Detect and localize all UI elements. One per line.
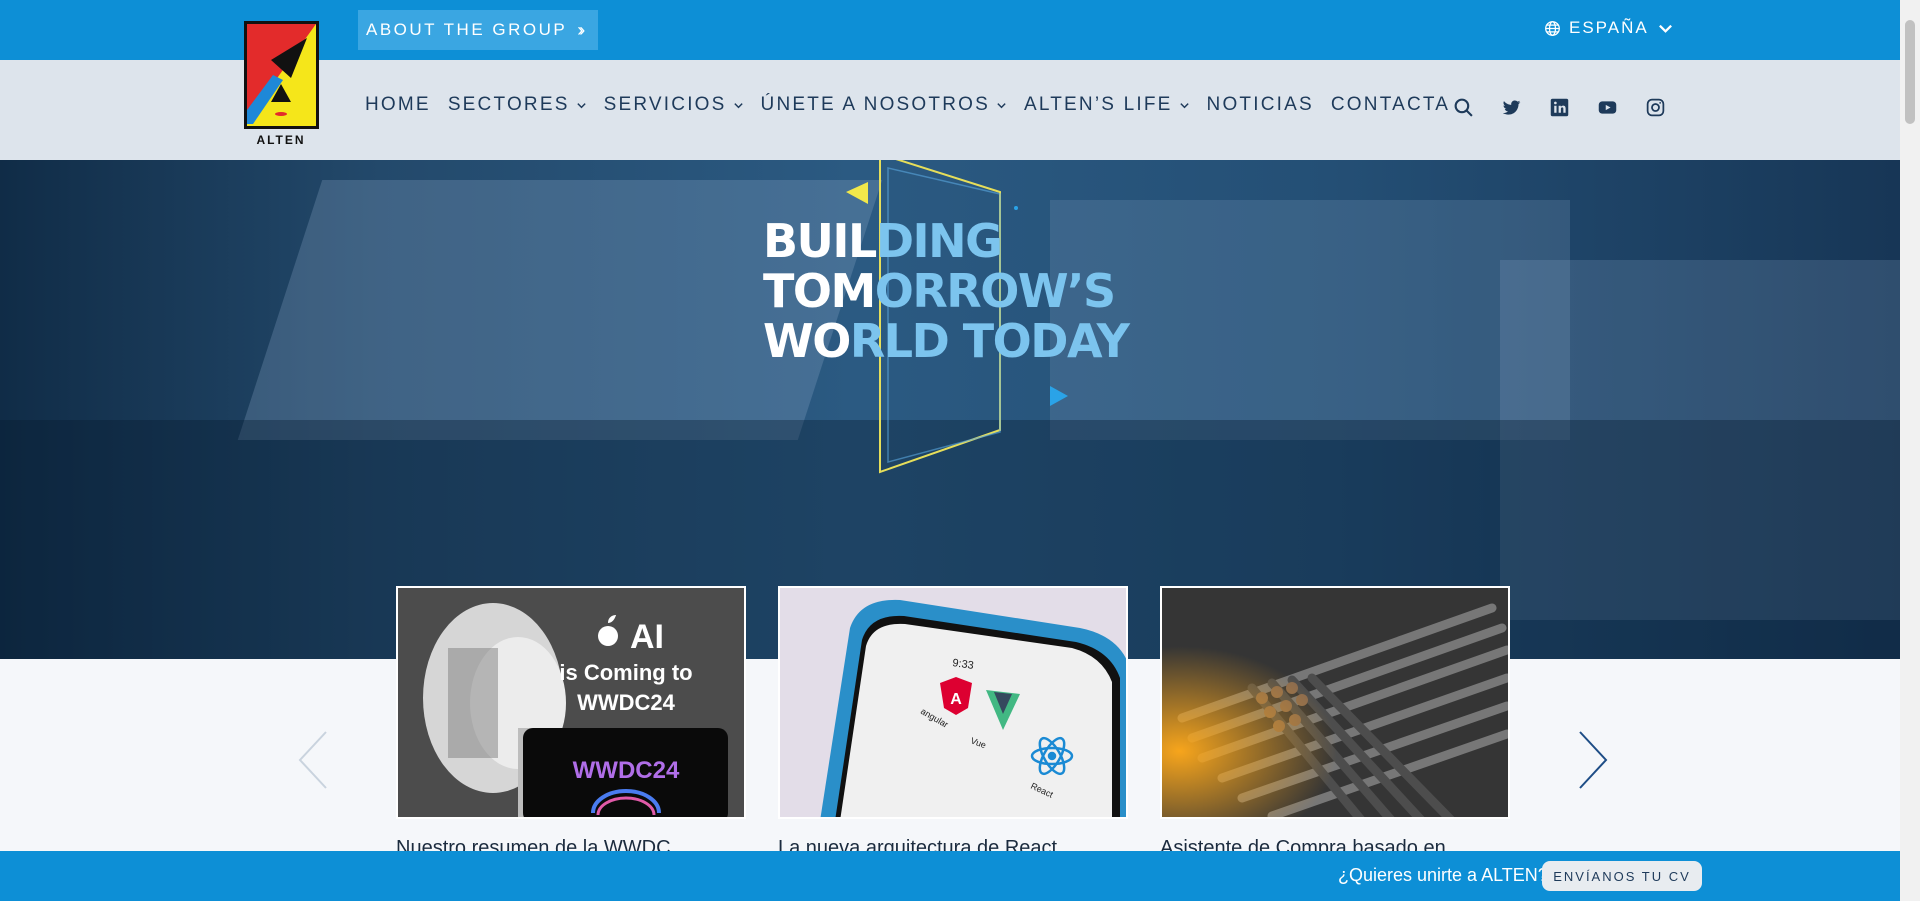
react-image: 9:33 A angular Vue React <box>780 588 1126 817</box>
nav-item-noticias[interactable]: NOTICIAS <box>1207 94 1314 116</box>
carousel-prev-arrow-icon[interactable] <box>294 728 334 792</box>
headline-blue: RLD TODAY <box>849 314 1130 368</box>
image-text-ai: AI <box>630 618 664 656</box>
blue-triangle-icon <box>1050 386 1068 406</box>
nav-item-contacta[interactable]: CONTACTA <box>1331 94 1450 116</box>
alten-logo[interactable]: ALTEN <box>243 20 320 148</box>
news-card-image <box>1160 586 1510 819</box>
headline-white: BUIL <box>763 214 877 268</box>
blue-dot <box>1014 206 1018 210</box>
language-selector[interactable]: ESPAÑA <box>1544 18 1674 38</box>
double-chevron-right-icon: ›› <box>577 19 585 40</box>
chevron-down-icon <box>733 102 743 108</box>
headline-blue: DING <box>875 214 1003 268</box>
nav-item-home[interactable]: HOME <box>365 94 431 116</box>
nav-icon-group <box>1453 97 1666 118</box>
nav-item-label: ALTEN’S LIFE <box>1024 94 1173 115</box>
search-icon[interactable] <box>1453 97 1474 118</box>
headline-blue: ORROW’S <box>874 264 1116 318</box>
nav-item-label: SERVICIOS <box>603 94 727 115</box>
headline-white: TOM <box>763 264 876 318</box>
headline-white: WO <box>763 314 851 368</box>
news-carousel: AI is Coming to WWDC24 WWDC24 Nuestro re… <box>396 586 1510 860</box>
news-card-image: AI is Coming to WWDC24 WWDC24 <box>396 586 746 819</box>
primary-nav: HOME SECTORES SERVICIOS ÚNETE A NOSOTROS… <box>365 94 1450 116</box>
chevron-down-icon <box>997 102 1006 108</box>
about-the-group-button[interactable]: ABOUT THE GROUP ›› <box>358 10 598 50</box>
chevron-down-icon <box>1179 102 1189 108</box>
chevron-down-icon <box>1658 24 1672 33</box>
logo-text: ALTEN <box>256 133 305 147</box>
twitter-icon[interactable] <box>1501 97 1522 118</box>
news-card[interactable]: Asistente de Compra basado en <box>1160 586 1510 860</box>
nav-item-label: NOTICIAS <box>1206 94 1314 115</box>
image-text-coming: is Coming to <box>559 660 692 685</box>
chevron-down-icon <box>576 102 586 108</box>
nav-item-altens-life[interactable]: ALTEN’S LIFE <box>1024 94 1190 116</box>
nav-item-label: SECTORES <box>447 94 570 115</box>
language-label: ESPAÑA <box>1569 18 1649 37</box>
nav-item-sectores[interactable]: SECTORES <box>448 94 587 116</box>
page-scrollbar[interactable] <box>1900 0 1920 901</box>
bottom-cta-bar: ¿Quieres unirte a ALTEN? ENVÍANOS TU CV <box>0 851 1900 901</box>
svg-text:A: A <box>950 691 962 708</box>
news-card-image: 9:33 A angular Vue React <box>778 586 1128 819</box>
image-text-wwdc: WWDC24 <box>577 690 676 715</box>
wwdc-image: AI is Coming to WWDC24 WWDC24 <box>398 588 744 817</box>
hero-headline: BUILDING TOMORROW’S WORLD TODAY <box>763 216 1130 368</box>
alten-logo-mark: ALTEN <box>244 21 319 147</box>
youtube-icon[interactable] <box>1597 97 1618 118</box>
scrollbar-thumb[interactable] <box>1905 20 1915 124</box>
rebar-image <box>1162 588 1508 817</box>
nav-item-servicios[interactable]: SERVICIOS <box>604 94 744 116</box>
headline-line-2: TOMORROW’S <box>763 266 1128 316</box>
yellow-triangle-icon <box>846 182 868 204</box>
nav-item-label: HOME <box>365 94 431 115</box>
nav-item-label: ÚNETE A NOSOTROS <box>760 94 990 115</box>
image-text-screen: WWDC24 <box>573 757 680 784</box>
send-cv-button[interactable]: ENVÍANOS TU CV <box>1542 861 1702 891</box>
news-card[interactable]: AI is Coming to WWDC24 WWDC24 Nuestro re… <box>396 586 746 860</box>
nav-item-unete[interactable]: ÚNETE A NOSOTROS <box>761 94 1007 116</box>
linkedin-icon[interactable] <box>1549 97 1570 118</box>
globe-icon <box>1545 20 1560 36</box>
headline-line-1: BUILDING <box>763 216 1128 266</box>
about-the-group-label: ABOUT THE GROUP <box>366 20 568 39</box>
hero-banner: BUILDING TOMORROW’S WORLD TODAY <box>0 160 1900 659</box>
headline-line-3: WORLD TODAY <box>763 314 1130 368</box>
news-card[interactable]: 9:33 A angular Vue React La nueva arquit… <box>778 586 1128 860</box>
instagram-icon[interactable] <box>1645 97 1666 118</box>
carousel-next-arrow-icon[interactable] <box>1572 728 1612 792</box>
join-question: ¿Quieres unirte a ALTEN? <box>1338 865 1548 885</box>
nav-item-label: CONTACTA <box>1330 94 1451 115</box>
